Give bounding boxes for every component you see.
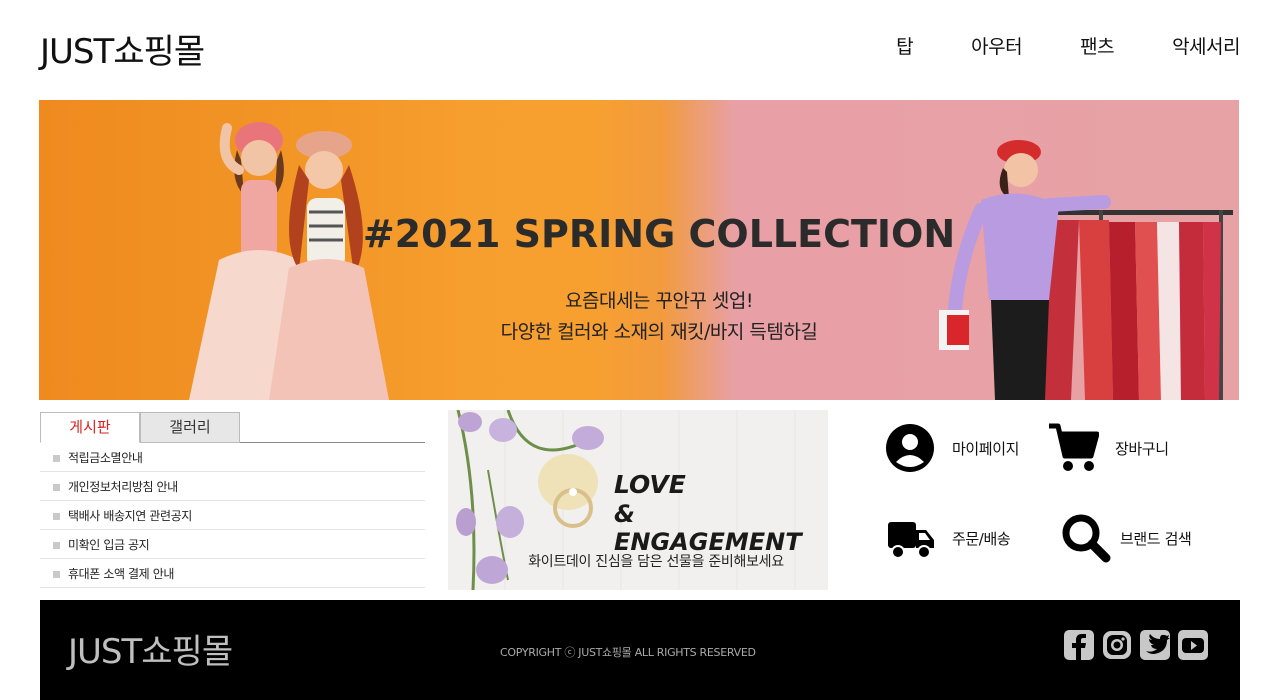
nav-item-accessories[interactable]: 악세서리 xyxy=(1172,32,1240,59)
cart-link[interactable]: 장바구니 xyxy=(1045,420,1169,476)
cart-label: 장바구니 xyxy=(1115,439,1169,458)
twitter-icon[interactable] xyxy=(1140,630,1170,660)
site-footer: JUST쇼핑몰 COPYRIGHT ⓒ JUST쇼핑몰 ALL RIGHTS R… xyxy=(40,600,1240,700)
mypage-link[interactable]: 마이페이지 xyxy=(882,420,1019,476)
hero-subtitle-line2: 다양한 컬러와 소재의 재킷/바지 득템하길 xyxy=(500,321,818,343)
board-tabs: 게시판 갤러리 xyxy=(40,412,425,443)
hero-rack-image xyxy=(939,140,1233,400)
tab-gallery[interactable]: 갤러리 xyxy=(140,412,240,443)
hero-title: #2021 SPRING COLLECTION xyxy=(362,212,956,256)
list-item-label: 휴대폰 소액 결제 안내 xyxy=(68,567,175,581)
bullet-icon xyxy=(53,542,60,549)
truck-icon xyxy=(882,510,938,566)
order-delivery-label: 주문/배송 xyxy=(952,529,1011,548)
site-logo[interactable]: JUST쇼핑몰 xyxy=(40,24,205,73)
bullet-icon xyxy=(53,455,60,462)
bullet-icon xyxy=(53,513,60,520)
hero-banner[interactable]: #2021 SPRING COLLECTION 요즘대세는 꾸안꾸 셋업! 다양… xyxy=(39,100,1239,400)
gallery-caption: 화이트데이 진심을 담은 선물을 준비해보세요 xyxy=(528,554,784,570)
list-item-label: 적립금소멸안내 xyxy=(68,451,143,465)
search-icon xyxy=(1058,510,1114,566)
cart-icon xyxy=(1045,420,1101,476)
brand-search-link[interactable]: 브랜드 검색 xyxy=(1058,510,1192,566)
nav-item-pants[interactable]: 팬츠 xyxy=(1080,32,1114,59)
main-nav: 탑 아우터 팬츠 악세서리 xyxy=(838,32,1240,59)
notice-board: 게시판 갤러리 적립금소멸안내 개인정보처리방침 안내 택배사 배송지연 관련공… xyxy=(40,412,425,592)
copyright-text: COPYRIGHT ⓒ JUST쇼핑몰 ALL RIGHTS RESERVED xyxy=(500,646,756,659)
gallery-title-line2: & ENGAGEMENT xyxy=(614,500,802,556)
bullet-icon xyxy=(53,571,60,578)
list-item[interactable]: 적립금소멸안내 xyxy=(40,443,425,472)
list-item[interactable]: 미확인 입금 공지 xyxy=(40,530,425,559)
bullet-icon xyxy=(53,484,60,491)
site-header: JUST쇼핑몰 탑 아우터 팬츠 악세서리 xyxy=(0,0,1280,100)
list-item-label: 미확인 입금 공지 xyxy=(68,538,150,552)
list-item[interactable]: 휴대폰 소액 결제 안내 xyxy=(40,559,425,588)
instagram-icon[interactable] xyxy=(1102,630,1132,660)
social-links xyxy=(1064,630,1208,660)
order-delivery-link[interactable]: 주문/배송 xyxy=(882,510,1011,566)
list-item[interactable]: 택배사 배송지연 관련공지 xyxy=(40,501,425,530)
footer-logo[interactable]: JUST쇼핑몰 xyxy=(68,624,233,673)
nav-item-top[interactable]: 탑 xyxy=(896,32,913,59)
gallery-title-line1: LOVE xyxy=(614,470,686,499)
nav-item-outer[interactable]: 아우터 xyxy=(971,32,1022,59)
board-list: 적립금소멸안내 개인정보처리방침 안내 택배사 배송지연 관련공지 미확인 입금… xyxy=(40,443,425,588)
facebook-icon[interactable] xyxy=(1064,630,1094,660)
hero-subtitle-line1: 요즘대세는 꾸안꾸 셋업! xyxy=(565,290,754,312)
user-circle-icon xyxy=(882,420,938,476)
gallery-promo[interactable]: LOVE & ENGAGEMENT 화이트데이 진심을 담은 선물을 준비해보세… xyxy=(448,410,828,590)
youtube-icon[interactable] xyxy=(1178,630,1208,660)
mypage-label: 마이페이지 xyxy=(952,439,1020,458)
list-item[interactable]: 개인정보처리방침 안내 xyxy=(40,472,425,501)
list-item-label: 개인정보처리방침 안내 xyxy=(68,480,178,494)
tab-board[interactable]: 게시판 xyxy=(40,412,140,443)
brand-search-label: 브랜드 검색 xyxy=(1120,529,1192,548)
quick-links: 마이페이지 장바구니 주문/배송 브랜드 검색 xyxy=(880,420,1240,590)
list-item-label: 택배사 배송지연 관련공지 xyxy=(68,509,192,523)
